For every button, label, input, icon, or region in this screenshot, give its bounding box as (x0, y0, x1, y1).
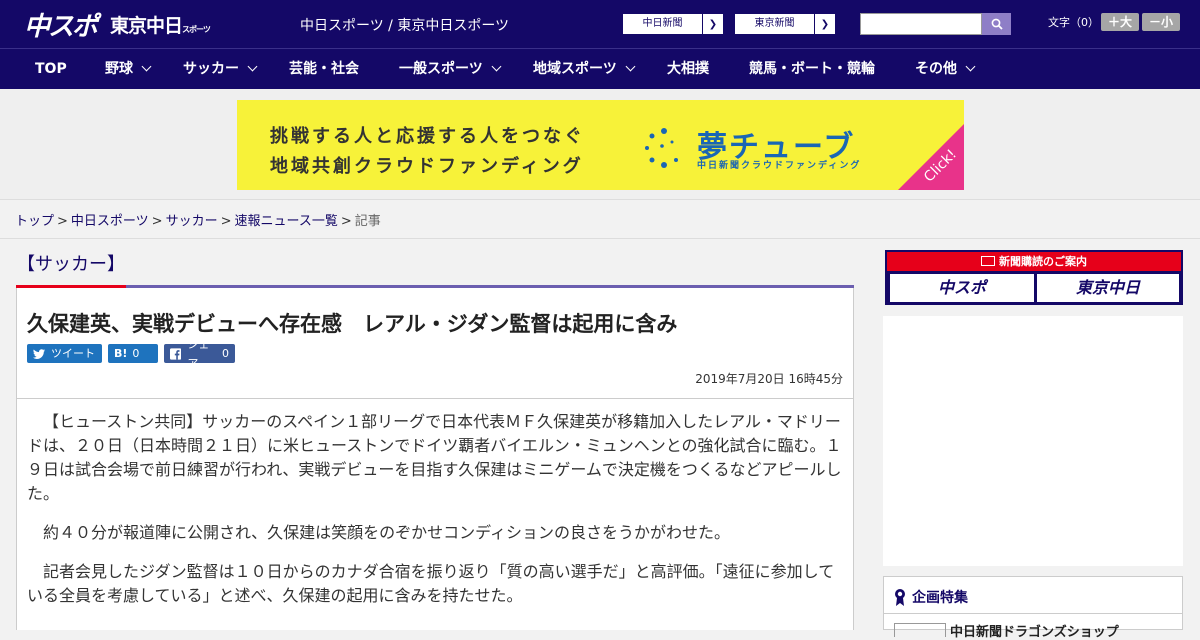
feature-item-dragons-shop[interactable]: 中日新聞ドラゴンズショップ (950, 621, 1119, 640)
nav-soccer-label: サッカー (183, 61, 239, 77)
nav-general-sports[interactable]: 一般スポーツ (399, 49, 502, 90)
chevron-down-icon (625, 61, 636, 72)
nav-racing-label: 競馬・ボート・競輪 (749, 61, 875, 77)
ribbon-icon (895, 589, 905, 606)
article-body: 【ヒューストン共同】サッカーのスペイン１部リーグで日本代表ＭＦ久保建英が移籍加入… (27, 410, 845, 623)
search-icon (991, 18, 1003, 30)
breadcrumb-top[interactable]: トップ (15, 214, 54, 229)
hatena-icon: B! (114, 347, 128, 360)
article-panel: 久保建英、実戦デビューへ存在感 レアル・ジダン監督は起用に含み ツイート B! … (16, 288, 854, 630)
breadcrumb-separator: > (220, 214, 232, 229)
chunichi-shimbun-link[interactable]: 中日新聞 ❯ (622, 13, 724, 35)
article-paragraph: 約４０分が報道陣に公開され、久保建は笑顔をのぞかせコンディションの良さをうかがわ… (43, 523, 731, 542)
feature-thumbnail[interactable] (894, 623, 946, 637)
dots-logo-icon (645, 128, 678, 168)
subscribe-chuspo-button[interactable]: 中スポ (890, 274, 1034, 302)
feature-title-text: 企画特集 (912, 590, 968, 606)
article-paragraph: 記者会見したジダン監督は１０日からのカナダ合宿を振り返り「質の高い選手だ」と高評… (27, 562, 835, 605)
article-divider (17, 398, 853, 399)
nav-racing[interactable]: 競馬・ボート・競輪 (749, 49, 875, 90)
facebook-share-label: シェア (187, 337, 210, 370)
nav-sumo[interactable]: 大相撲 (667, 49, 709, 90)
breadcrumb-news-list[interactable]: 速報ニュース一覧 (235, 214, 338, 229)
subscribe-tokyo-chunichi-button[interactable]: 東京中日 (1037, 274, 1179, 302)
tokyo-shimbun-label: 東京新聞 (735, 14, 815, 34)
breadcrumb-separator: > (340, 214, 352, 229)
breadcrumb-current: 記事 (354, 214, 381, 229)
font-larger-button[interactable]: ＋大 (1101, 13, 1139, 31)
site-logo[interactable]: 中スポ 東京中日スポーツ (24, 8, 211, 42)
breadcrumb-separator: > (151, 214, 163, 229)
nav-top[interactable]: TOP (35, 49, 67, 90)
banner-line-2: 地域共創クラウドファンディング (270, 156, 584, 177)
facebook-share-button[interactable]: シェア 0 (164, 338, 235, 370)
article-paragraph: 【ヒューストン共同】サッカーのスペイン１部リーグで日本代表ＭＦ久保建英が移籍加入… (27, 412, 842, 503)
breadcrumb-chunichi-sports[interactable]: 中日スポーツ (71, 214, 149, 229)
facebook-icon (170, 347, 182, 360)
chevron-down-icon (965, 61, 976, 72)
nav-local-sports[interactable]: 地域スポーツ (533, 49, 636, 90)
sidebar-ad-slot[interactable] (883, 316, 1183, 566)
banner-brand-sub: 中日新聞クラウドファンディング (697, 161, 862, 171)
nav-top-label: TOP (35, 61, 67, 77)
feature-divider (884, 613, 1182, 614)
article-headline: 久保建英、実戦デビューへ存在感 レアル・ジダン監督は起用に含み (27, 312, 678, 336)
hatena-count: 0 (132, 347, 140, 360)
feature-box: 企画特集 中日新聞ドラゴンズショップ (883, 576, 1183, 640)
top-header: 中スポ 東京中日スポーツ 中日スポーツ / 東京中日スポーツ 中日新聞 ❯ 東京… (0, 0, 1200, 48)
chevron-down-icon (491, 61, 502, 72)
subscription-title-text: 新聞購読のご案内 (999, 255, 1087, 268)
chunichi-shimbun-label: 中日新聞 (623, 14, 703, 34)
hatena-bookmark-button[interactable]: B! 0 (108, 344, 158, 363)
nav-soccer[interactable]: サッカー (183, 49, 258, 90)
breadcrumb-soccer[interactable]: サッカー (166, 214, 218, 229)
breadcrumb-divider (0, 238, 1200, 239)
font-smaller-button[interactable]: －小 (1142, 13, 1180, 31)
yume-tube-banner[interactable]: 挑戦する人と応援する人をつなぐ 地域共創クラウドファンディング 夢チューブ 中日… (237, 100, 964, 190)
nav-entertainment[interactable]: 芸能・社会 (289, 49, 359, 90)
logo-tokyo-chunichi: 東京中日スポーツ (110, 11, 211, 38)
breadcrumb: トップ > 中日スポーツ > サッカー > 速報ニュース一覧 > 記事 (15, 210, 381, 229)
subscription-box: 新聞購読のご案内 中スポ 東京中日 (885, 250, 1183, 305)
article-category: 【サッカー】 (17, 254, 125, 275)
tweet-label: ツイート (51, 347, 95, 360)
banner-line-1: 挑戦する人と応援する人をつなぐ (270, 126, 585, 147)
nav-others[interactable]: その他 (915, 49, 976, 90)
logo-tokyo-chunichi-small: スポーツ (182, 24, 211, 34)
nav-others-label: その他 (915, 61, 957, 77)
twitter-icon (33, 348, 45, 359)
logo-tokyo-chunichi-text: 東京中日 (110, 14, 183, 37)
nav-sumo-label: 大相撲 (667, 61, 709, 77)
tweet-button[interactable]: ツイート (27, 344, 102, 363)
tokyo-shimbun-link[interactable]: 東京新聞 ❯ (734, 13, 836, 35)
nav-baseball[interactable]: 野球 (105, 49, 152, 90)
nav-general-sports-label: 一般スポーツ (399, 61, 483, 77)
font-size-label: 文字（0） (1048, 16, 1099, 29)
breadcrumb-separator: > (57, 214, 68, 229)
logo-chuspo: 中スポ (24, 11, 98, 42)
facebook-count: 0 (222, 347, 229, 360)
feature-title: 企画特集 (894, 587, 968, 607)
subscription-title: 新聞購読のご案内 (887, 252, 1181, 271)
chevron-right-icon: ❯ (820, 18, 830, 30)
nav-baseball-label: 野球 (105, 61, 133, 77)
site-name[interactable]: 中日スポーツ / 東京中日スポーツ (300, 15, 509, 35)
main-nav: TOP 野球 サッカー 芸能・社会 一般スポーツ 地域スポーツ 大相撲 競馬・ボ… (0, 48, 1200, 89)
article-date: 2019年7月20日 16時45分 (695, 372, 843, 386)
newspaper-icon (981, 256, 995, 266)
search-button[interactable] (982, 13, 1011, 35)
banner-area: 挑戦する人と応援する人をつなぐ 地域共創クラウドファンディング 夢チューブ 中日… (0, 89, 1200, 200)
chevron-down-icon (247, 61, 258, 72)
nav-entertainment-label: 芸能・社会 (289, 61, 359, 77)
nav-local-sports-label: 地域スポーツ (533, 61, 617, 77)
chevron-right-icon: ❯ (708, 18, 718, 30)
chevron-down-icon (141, 61, 152, 72)
search-input[interactable] (860, 13, 982, 35)
search-box (860, 13, 1011, 35)
